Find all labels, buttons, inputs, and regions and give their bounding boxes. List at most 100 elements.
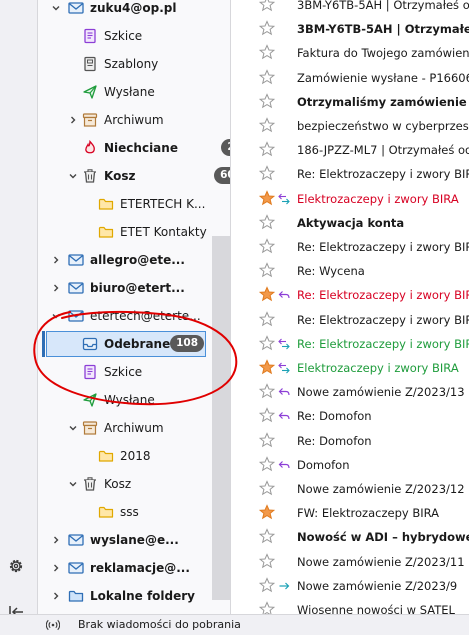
folder-row[interactable]: Szkice	[38, 22, 230, 50]
templates-icon	[84, 56, 96, 72]
message-row[interactable]: 3BM-Y6TB-5AH | Otrzymałeś odp	[231, 0, 469, 17]
message-row[interactable]: Nowe zamówienie Z/2023/11	[231, 550, 469, 574]
star-filled-icon[interactable]	[259, 504, 275, 520]
chevron-right-icon[interactable]	[50, 254, 62, 266]
message-row[interactable]: Re: Wycena	[231, 259, 469, 283]
star-icon[interactable]	[259, 335, 275, 351]
chevron-down-icon[interactable]	[50, 2, 62, 14]
chevron-right-icon[interactable]	[67, 114, 79, 126]
star-icon[interactable]	[259, 165, 275, 181]
folder-icon	[98, 450, 114, 462]
folder-row[interactable]: Niechciane 24	[38, 134, 230, 162]
inbox-icon	[82, 337, 98, 351]
chevron-down-icon[interactable]	[67, 422, 79, 434]
mail-account-icon	[68, 2, 84, 14]
star-icon[interactable]	[259, 601, 275, 614]
message-subject: Faktura do Twojego zamówienia	[297, 46, 469, 61]
star-icon[interactable]	[259, 214, 275, 230]
star-icon[interactable]	[259, 552, 275, 569]
message-row[interactable]: Re: Elektrozaczepy i zwory BIRA	[231, 162, 469, 186]
folder-row[interactable]: Szkice	[38, 358, 230, 386]
gear-icon[interactable]	[7, 557, 25, 575]
star-filled-icon[interactable]	[259, 189, 275, 206]
account-row[interactable]: Lokalne foldery	[38, 582, 230, 610]
star-icon[interactable]	[259, 577, 275, 593]
message-row[interactable]: Aktywacja konta	[231, 211, 469, 235]
message-row[interactable]: Nowe zamówienie Z/2023/12	[231, 477, 469, 501]
chevron-down-icon[interactable]	[67, 170, 79, 182]
star-icon[interactable]	[259, 383, 275, 399]
folder-label: Wysłane	[104, 85, 155, 99]
message-row[interactable]: Elektrozaczepy i zwory BIRA	[231, 187, 469, 211]
folder-row[interactable]: ETET Kontakty	[38, 218, 230, 246]
star-icon[interactable]	[259, 68, 275, 85]
message-row[interactable]: Elektrozaczepy i zwory BIRA	[231, 356, 469, 380]
star-icon[interactable]	[259, 431, 275, 448]
account-row[interactable]: etertech@eterte...	[38, 302, 230, 330]
message-row[interactable]: Nowe zamówienie Z/2023/9	[231, 574, 469, 598]
folder-row[interactable]: Odebrane 108	[38, 330, 230, 358]
message-row[interactable]: bezpieczeństwo w cyberprzestrz	[231, 114, 469, 138]
chevron-right-icon[interactable]	[50, 590, 62, 602]
star-icon[interactable]	[259, 528, 275, 544]
star-icon[interactable]	[259, 141, 275, 157]
message-row[interactable]: 186-JPZZ-ML7 | Otrzymałeś odpo	[231, 138, 469, 162]
network-activity-icon[interactable]	[46, 618, 60, 632]
folder-label: ETERTECH K...	[120, 197, 206, 211]
message-row[interactable]: Re: Domofon	[231, 429, 469, 453]
message-subject: Re: Wycena	[297, 264, 365, 279]
folder-icon	[98, 198, 114, 210]
star-filled-icon[interactable]	[259, 359, 275, 375]
message-subject: FW: Elektrozaczepy BIRA	[297, 506, 440, 521]
message-row[interactable]: 3BM-Y6TB-5AH | Otrzymałeś odp	[231, 17, 469, 41]
chevron-right-icon[interactable]	[50, 282, 62, 294]
folder-row[interactable]: Szablony	[38, 50, 230, 78]
account-row[interactable]: biuro@etert...91	[38, 274, 230, 302]
message-row[interactable]: Re: Elektrozaczepy i zwory BIRA	[231, 332, 469, 356]
message-row[interactable]: Re: Domofon	[231, 404, 469, 428]
folder-row[interactable]: 2018	[38, 442, 230, 470]
star-icon[interactable]	[259, 407, 275, 423]
message-subject: Otrzymaliśmy zamówienie - P1	[297, 94, 469, 109]
star-filled-icon[interactable]	[259, 286, 275, 302]
star-icon[interactable]	[259, 44, 275, 60]
message-row[interactable]: FW: Elektrozaczepy BIRA	[231, 501, 469, 525]
folder-row[interactable]: Kosz 605	[38, 162, 230, 190]
folder-row[interactable]: sss	[38, 498, 230, 526]
star-icon[interactable]	[259, 93, 275, 109]
message-row[interactable]: Re: Elektrozaczepy i zwory BIRA	[231, 308, 469, 332]
message-row[interactable]: Nowe zamówienie Z/2023/13	[231, 380, 469, 404]
folder-row[interactable]: Archiwum	[38, 414, 230, 442]
message-row[interactable]: Domofon	[231, 453, 469, 477]
star-icon[interactable]	[259, 0, 275, 12]
folder-row[interactable]: Archiwum	[38, 106, 230, 134]
folder-row[interactable]: Kosz	[38, 470, 230, 498]
account-row[interactable]: allegro@ete...22	[38, 246, 230, 274]
message-row[interactable]: Wiosenne nowości w SATEL	[231, 598, 469, 614]
message-row[interactable]: Faktura do Twojego zamówienia	[231, 41, 469, 65]
message-row[interactable]: Zamówienie wysłane - P1660660	[231, 66, 469, 90]
star-icon[interactable]	[259, 310, 275, 327]
folder-row[interactable]: Wysłane	[38, 78, 230, 106]
message-row[interactable]: Otrzymaliśmy zamówienie - P1	[231, 90, 469, 114]
star-icon[interactable]	[259, 20, 275, 36]
star-icon[interactable]	[259, 117, 275, 133]
message-row[interactable]: Re: Elektrozaczepy i zwory BIRA	[231, 235, 469, 259]
account-row[interactable]: zuku4@op.pl	[38, 0, 230, 22]
folder-row[interactable]: ETERTECH K...	[38, 190, 230, 218]
chevron-down-icon[interactable]	[67, 478, 79, 490]
star-icon[interactable]	[259, 262, 275, 278]
message-row[interactable]: Nowość w ADI – hybrydowe sy	[231, 525, 469, 549]
account-row[interactable]: reklamacje@...2	[38, 554, 230, 582]
chevron-right-icon[interactable]	[50, 534, 62, 546]
star-icon[interactable]	[259, 238, 275, 254]
unread-count-badge: 108	[170, 335, 204, 352]
chevron-right-icon[interactable]	[50, 562, 62, 574]
folder-pane-scrollbar[interactable]	[212, 236, 230, 600]
star-icon[interactable]	[259, 480, 275, 496]
star-icon[interactable]	[259, 456, 275, 472]
chevron-down-icon[interactable]	[50, 310, 62, 322]
account-row[interactable]: wyslane@e...298	[38, 526, 230, 554]
folder-row[interactable]: Wysłane	[38, 386, 230, 414]
message-row[interactable]: Re: Elektrozaczepy i zwory BIRA	[231, 283, 469, 307]
